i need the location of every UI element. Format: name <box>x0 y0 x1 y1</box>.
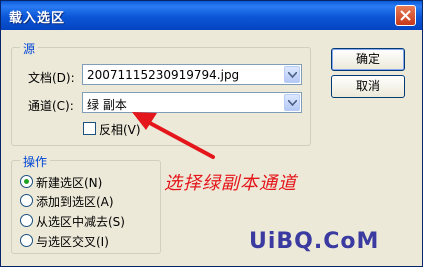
radio-intersect-selection[interactable] <box>20 234 33 247</box>
close-icon <box>400 10 411 21</box>
radio-subtract-from-selection[interactable] <box>20 214 33 227</box>
annotation-text: 选择绿副本通道 <box>164 173 297 194</box>
document-select[interactable]: 20071115230919794.jpg <box>82 64 302 85</box>
chevron-down-icon <box>288 72 297 78</box>
ok-button[interactable]: 确定 <box>331 48 405 71</box>
chevron-down-icon <box>288 100 297 106</box>
channel-value: 绿 副本 <box>87 98 127 112</box>
radio-new-selection[interactable] <box>20 175 33 188</box>
document-label: 文档(D): <box>28 71 75 85</box>
channel-dropdown-button[interactable] <box>284 94 300 111</box>
window-title: 载入选区 <box>9 11 66 26</box>
radio-subtract-from-selection-label: 从选区中减去(S) <box>36 215 125 229</box>
watermark: UiBQ.CoM <box>249 229 380 254</box>
channel-select[interactable]: 绿 副本 <box>82 92 302 113</box>
load-selection-dialog: 载入选区 源 文档(D): 20071115230919794.jpg 通道(C… <box>0 0 423 267</box>
invert-label: 反相(V) <box>99 123 141 137</box>
invert-checkbox[interactable] <box>83 122 96 135</box>
document-dropdown-button[interactable] <box>284 66 300 83</box>
source-group-title: 源 <box>20 40 39 57</box>
radio-new-selection-label: 新建选区(N) <box>36 176 103 190</box>
cancel-button[interactable]: 取消 <box>331 75 405 98</box>
document-value: 20071115230919794.jpg <box>87 68 240 82</box>
operation-group-title: 操作 <box>20 153 51 170</box>
close-button[interactable] <box>395 5 416 26</box>
title-bar[interactable]: 载入选区 <box>1 1 422 30</box>
channel-label: 通道(C): <box>28 99 74 113</box>
radio-intersect-selection-label: 与选区交叉(I) <box>36 235 109 249</box>
radio-add-to-selection[interactable] <box>20 194 33 207</box>
radio-add-to-selection-label: 添加到选区(A) <box>36 195 114 209</box>
